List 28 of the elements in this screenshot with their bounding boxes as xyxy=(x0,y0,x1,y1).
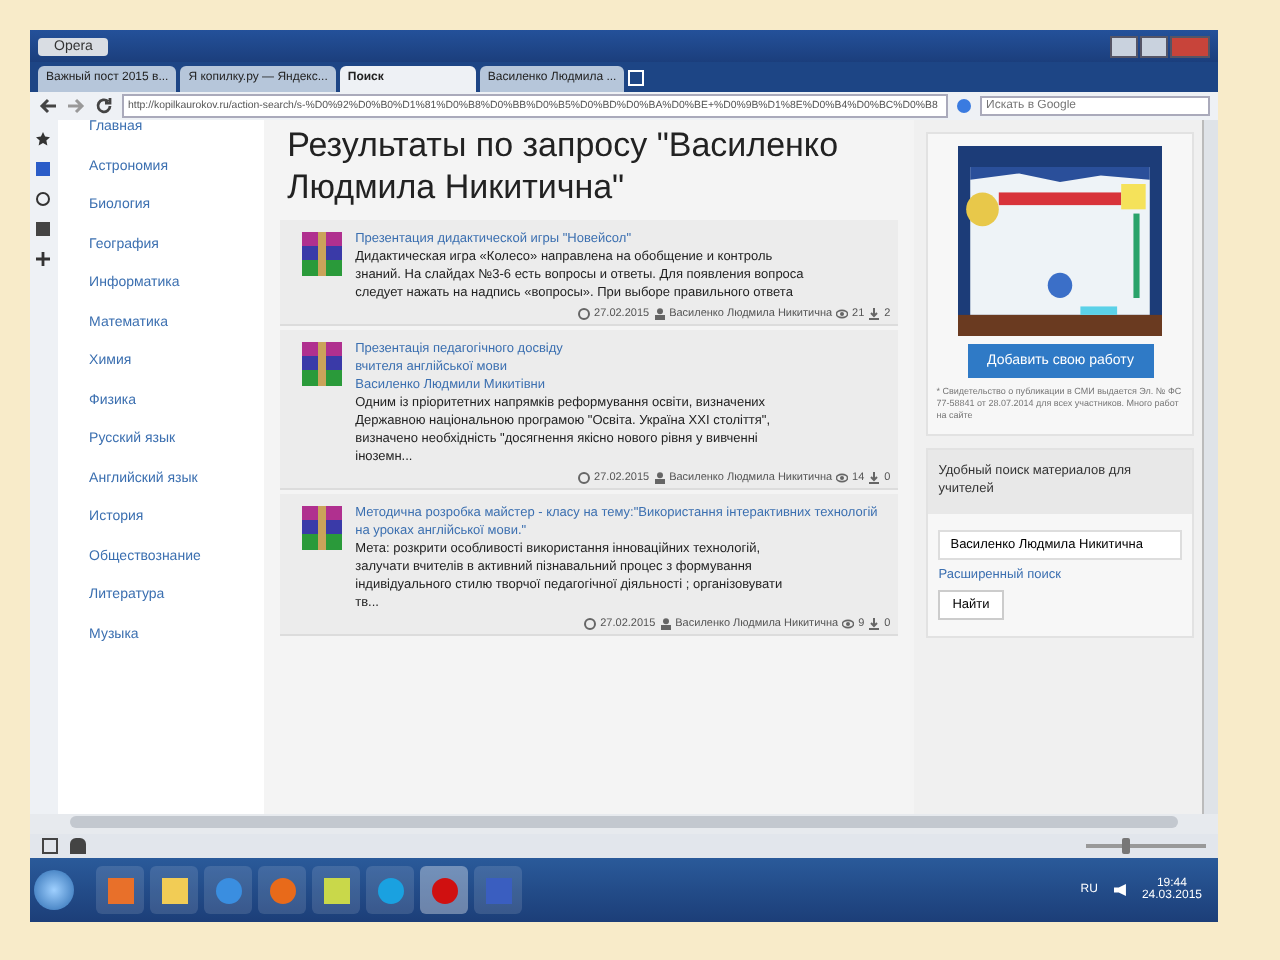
clock-icon[interactable] xyxy=(36,192,51,206)
panel-icon[interactable] xyxy=(42,838,58,854)
zoom-slider[interactable] xyxy=(1122,838,1130,854)
minimize-icon[interactable] xyxy=(1110,35,1138,57)
start-button[interactable] xyxy=(34,870,74,910)
eye-icon xyxy=(842,618,855,630)
clock-icon xyxy=(584,618,597,630)
maximize-icon[interactable] xyxy=(1140,35,1168,57)
star-icon[interactable] xyxy=(36,132,51,146)
eye-icon xyxy=(836,472,849,484)
scrollbar[interactable] xyxy=(70,816,1178,828)
person-icon xyxy=(659,618,672,630)
archive-icon xyxy=(299,340,344,388)
person-icon xyxy=(653,308,666,320)
clock-icon xyxy=(578,472,591,484)
person-icon xyxy=(653,472,666,484)
page-heading: Результаты по запросу "Василенко Людмила Никитична" xyxy=(285,124,841,208)
plus-icon[interactable] xyxy=(36,252,51,266)
archive-icon xyxy=(299,504,344,552)
back-icon[interactable] xyxy=(38,96,58,116)
google-icon[interactable] xyxy=(956,98,972,114)
volume-icon[interactable] xyxy=(1113,884,1126,896)
archive-icon xyxy=(299,230,344,278)
scrollbar[interactable] xyxy=(1202,120,1218,814)
clock-icon xyxy=(578,308,591,320)
new-tab-icon[interactable] xyxy=(628,69,645,85)
reload-icon[interactable] xyxy=(94,96,114,116)
eye-icon xyxy=(836,308,849,320)
